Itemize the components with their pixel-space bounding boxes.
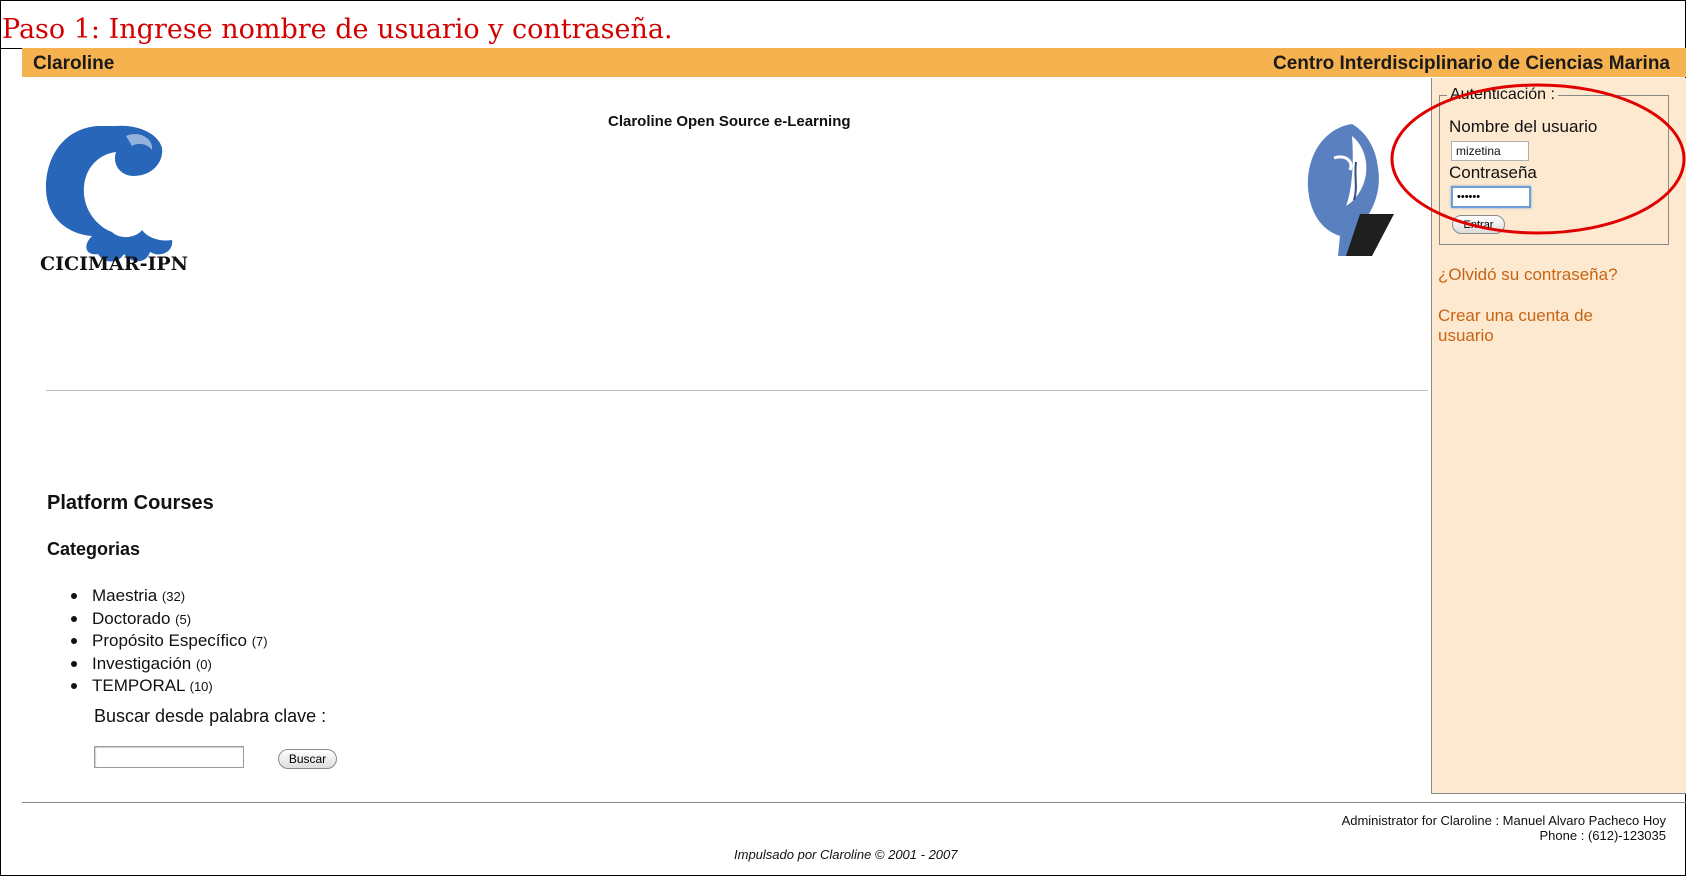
keyword-search-input[interactable] [94, 746, 244, 768]
logo-text: CICIMAR-IPN [40, 253, 188, 275]
header-bar: Claroline Centro Interdisciplinario de C… [22, 48, 1686, 77]
category-link[interactable]: Maestria [92, 586, 157, 605]
content-divider [46, 390, 1428, 391]
category-link[interactable]: TEMPORAL [92, 676, 185, 695]
category-item: Doctorado (5) [70, 608, 268, 631]
keyword-search-label: Buscar desde palabra clave : [94, 706, 327, 726]
admin-name: Administrator for Claroline : Manuel Alv… [1341, 813, 1666, 828]
login-button[interactable]: Entrar [1452, 215, 1505, 234]
wave-icon [46, 125, 173, 262]
platform-tagline: Claroline Open Source e-Learning [608, 113, 851, 130]
category-list: Maestria (32) Doctorado (5) Propósito Es… [70, 585, 268, 698]
category-item: Propósito Específico (7) [70, 630, 268, 653]
category-link[interactable]: Doctorado [92, 609, 170, 628]
category-count: (32) [161, 589, 186, 604]
categories-heading: Categorias [47, 539, 141, 559]
category-item: TEMPORAL (10) [70, 675, 268, 698]
auth-legend: Autenticación : [1447, 86, 1558, 104]
category-count: (10) [189, 679, 213, 694]
category-count: (0) [195, 656, 212, 672]
powered-by: Impulsado por Claroline © 2001 - 2007 [734, 847, 958, 862]
site-name-link[interactable]: Claroline [33, 53, 114, 75]
category-count: (7) [251, 634, 268, 649]
bullet-icon [71, 660, 77, 667]
cicimar-logo: CICIMAR-IPN [40, 125, 188, 275]
category-item: Investigación (0) [70, 653, 268, 676]
password-label: Contraseña [1449, 163, 1537, 182]
bullet-icon [71, 638, 77, 644]
search-button[interactable]: Buscar [278, 749, 337, 769]
category-link[interactable]: Investigación [92, 654, 191, 673]
create-account-link[interactable]: Crear una cuenta de usuario [1438, 306, 1638, 346]
admin-contact: Administrator for Claroline : Manuel Alv… [1342, 813, 1666, 843]
institution-link[interactable]: Centro Interdisciplinario de Ciencias Ma… [1273, 53, 1670, 75]
thinking-face-icon [1307, 124, 1394, 256]
category-count: (5) [175, 611, 192, 627]
category-link[interactable]: Propósito Específico [92, 631, 247, 650]
bullet-icon [71, 615, 77, 622]
footer-divider [22, 802, 1686, 803]
step-caption: Paso 1: Ingrese nombre de usuario y cont… [2, 14, 673, 45]
platform-courses-heading: Platform Courses [47, 492, 214, 514]
bullet-icon [71, 683, 77, 689]
category-item: Maestria (32) [70, 585, 268, 608]
admin-phone: Phone : (612)-123035 [1539, 828, 1666, 843]
username-label: Nombre del usuario [1449, 117, 1598, 136]
password-input[interactable] [1451, 186, 1531, 208]
username-input[interactable] [1451, 141, 1529, 161]
forgot-password-link[interactable]: ¿Olvidó su contraseña? [1438, 265, 1638, 285]
bullet-icon [71, 593, 77, 599]
claroline-logo [1307, 124, 1394, 256]
